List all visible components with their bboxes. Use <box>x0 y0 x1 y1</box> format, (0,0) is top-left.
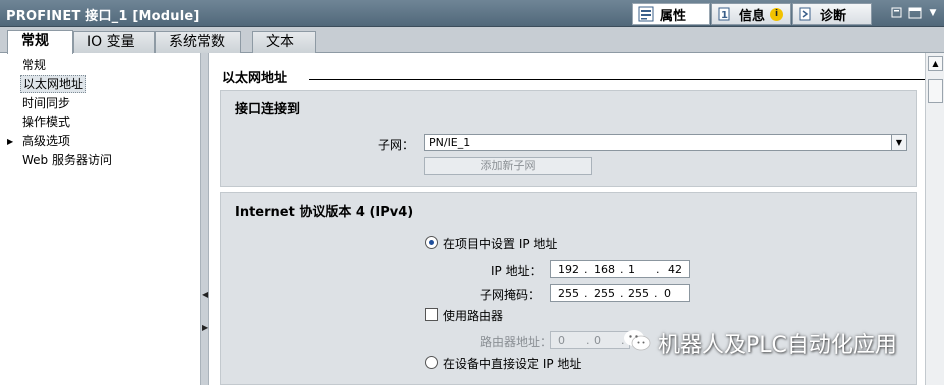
nav-item-general[interactable]: 常规 <box>20 56 48 74</box>
tab-properties[interactable]: 属性 <box>632 3 710 25</box>
window-title: PROFINET 接口_1 [Module] <box>6 9 200 24</box>
tab-info-label: 信息 <box>739 8 766 24</box>
title-bar: PROFINET 接口_1 [Module] 属性 1 信息 i 诊断 ▼ <box>0 0 944 27</box>
wechat-icon <box>622 327 652 359</box>
mask-dot: . <box>584 287 588 300</box>
subnet-select[interactable]: PN/IE_1 ▼ <box>424 134 907 151</box>
chevron-down-icon[interactable]: ▼ <box>891 135 906 150</box>
ip-dot: . <box>656 263 660 276</box>
left-navigation: 常规 以太网地址 时间同步 操作模式 ▶ 高级选项 Web 服务器访问 <box>0 53 200 385</box>
set-ip-in-project-radio[interactable] <box>425 236 438 249</box>
watermark-text: 机器人及PLC自动化应用 <box>658 333 897 358</box>
ip-octet-1: 192 <box>558 263 579 276</box>
mask-octet-2: 255 <box>594 287 615 300</box>
svg-text:1: 1 <box>721 10 728 21</box>
panel-splitter[interactable]: ◀ ▶ <box>200 53 209 385</box>
nav-item-advanced-options[interactable]: 高级选项 <box>20 132 72 150</box>
use-router-checkbox[interactable] <box>425 308 438 321</box>
ip-octet-3: 1 <box>628 263 635 276</box>
subtab-general[interactable]: 常规 <box>7 30 73 54</box>
ip-address-field[interactable]: 192 . 168 . 1 . 42 <box>550 260 690 278</box>
add-new-subnet-button[interactable]: 添加新子网 <box>424 157 592 175</box>
nav-item-web-server-access[interactable]: Web 服务器访问 <box>20 151 114 169</box>
ip-address-label: IP 地址： <box>491 264 542 278</box>
subtab-texts[interactable]: 文本 <box>252 31 316 53</box>
use-router-label: 使用路由器 <box>443 309 504 323</box>
subnet-label: 子网： <box>378 138 415 152</box>
nav-item-ethernet-address[interactable]: 以太网地址 <box>20 75 87 93</box>
ip-dot: . <box>584 263 588 276</box>
vertical-scrollbar[interactable]: ▲ <box>925 53 944 385</box>
router-address-field[interactable]: 0 . 0 . <box>550 331 630 349</box>
set-ip-in-project-label: 在项目中设置 IP 地址 <box>443 237 558 251</box>
subnet-mask-field[interactable]: 255 . 255 . 255 . 0 <box>550 284 690 302</box>
dropdown-chevron-icon[interactable]: ▼ <box>926 6 940 20</box>
panel-menu-button[interactable] <box>908 6 922 20</box>
mask-octet-1: 255 <box>558 287 579 300</box>
mask-dot: . <box>654 287 658 300</box>
panel-title-interface: 接口连接到 <box>235 102 301 117</box>
subtab-system-constants[interactable]: 系统常数 <box>155 31 241 53</box>
router-dot: . <box>586 334 590 347</box>
mask-octet-3: 255 <box>628 287 649 300</box>
nav-item-operating-mode[interactable]: 操作模式 <box>20 113 72 131</box>
nav-item-time-sync[interactable]: 时间同步 <box>20 94 72 112</box>
section-divider <box>309 79 925 80</box>
mask-dot: . <box>620 287 624 300</box>
info-badge-icon: i <box>770 7 784 21</box>
router-address-label: 路由器地址： <box>480 335 553 349</box>
properties-icon <box>637 5 655 23</box>
router-octet-2: 0 <box>594 334 601 347</box>
collapse-left-icon[interactable]: ◀ <box>202 290 208 299</box>
mask-octet-4: 0 <box>664 287 671 300</box>
set-ip-in-device-label: 在设备中直接设定 IP 地址 <box>443 357 582 371</box>
panel-title-ipv4: Internet 协议版本 4 (IPv4) <box>235 205 414 220</box>
ip-octet-4: 42 <box>668 263 682 276</box>
ip-octet-2: 168 <box>594 263 615 276</box>
expand-right-icon[interactable]: ▶ <box>202 323 208 332</box>
tab-diagnostics[interactable]: 诊断 <box>792 3 872 25</box>
restore-window-button[interactable] <box>890 6 904 20</box>
sub-tab-bar: 常规 IO 变量 系统常数 文本 <box>0 27 944 54</box>
diagnostics-icon <box>797 5 815 23</box>
subnet-mask-label: 子网掩码： <box>480 288 541 302</box>
subnet-value: PN/IE_1 <box>429 136 471 149</box>
info-icon: 1 <box>716 5 734 23</box>
subtab-io-tags[interactable]: IO 变量 <box>73 31 155 53</box>
tab-properties-label: 属性 <box>660 8 687 24</box>
expand-arrow-icon[interactable]: ▶ <box>7 137 13 146</box>
section-title: 以太网地址 <box>222 71 288 86</box>
watermark: 机器人及PLC自动化应用 <box>622 328 897 358</box>
scroll-up-icon[interactable]: ▲ <box>928 56 943 71</box>
set-ip-in-device-radio[interactable] <box>425 356 438 369</box>
interface-networked-panel: 接口连接到 子网： PN/IE_1 ▼ 添加新子网 <box>220 90 917 187</box>
scroll-thumb[interactable] <box>928 79 943 103</box>
tab-diagnostics-label: 诊断 <box>820 8 847 24</box>
tab-info[interactable]: 1 信息 i <box>711 3 791 25</box>
router-octet-1: 0 <box>558 334 565 347</box>
